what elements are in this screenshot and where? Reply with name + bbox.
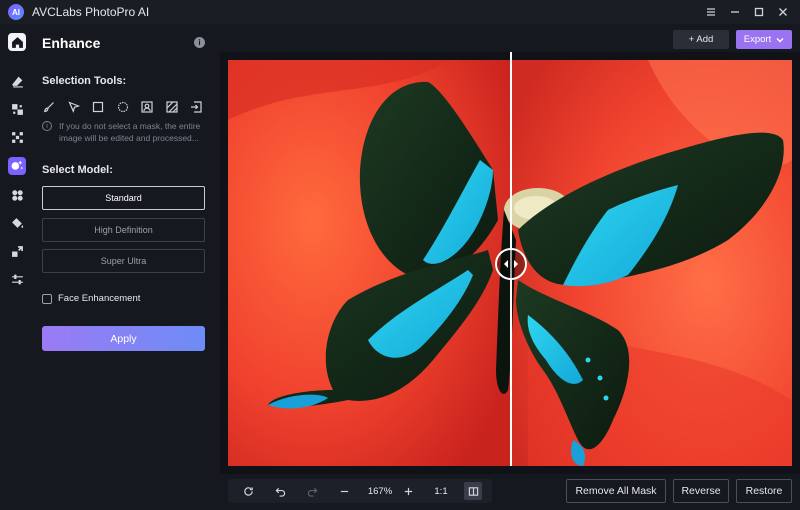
apply-button[interactable]: Apply	[42, 326, 205, 351]
app-logo-text: AI	[12, 7, 20, 17]
eraser-icon[interactable]	[8, 72, 26, 90]
app-title: AVCLabs PhotoPro AI	[32, 5, 150, 19]
enhance-panel: Enhance i Selection Tools: i If you do n…	[34, 24, 220, 510]
brush-icon[interactable]	[42, 100, 56, 114]
redo-icon[interactable]	[302, 479, 322, 503]
export-label: Export	[743, 34, 772, 45]
import-icon[interactable]	[189, 100, 203, 114]
lasso-icon[interactable]	[67, 100, 81, 114]
hint-info-icon: i	[42, 121, 52, 131]
resize-icon[interactable]	[8, 242, 26, 260]
zoom-in-icon[interactable]	[398, 479, 418, 503]
maximize-icon[interactable]	[748, 1, 770, 23]
zoom-level-text: 167%	[367, 485, 393, 497]
undo-icon[interactable]	[270, 479, 290, 503]
remove-all-mask-button[interactable]: Remove All Mask	[566, 479, 666, 503]
ellipse-icon[interactable]	[116, 100, 130, 114]
title-bar: AI AVCLabs PhotoPro AI	[0, 0, 800, 24]
panel-title: Enhance	[42, 35, 101, 51]
compare-view-icon[interactable]	[464, 482, 482, 500]
actual-size-button[interactable]: 1:1	[430, 479, 452, 503]
face-enhancement-label: Face Enhancement	[58, 293, 141, 304]
rotate-icon[interactable]	[238, 479, 258, 503]
replace-icon[interactable]	[8, 100, 26, 118]
hint-text: If you do not select a mask, the entire …	[59, 121, 201, 143]
enhance-icon[interactable]	[8, 157, 26, 175]
selection-tools	[42, 100, 214, 114]
portrait-icon[interactable]	[140, 100, 154, 114]
face-enhancement-checkbox[interactable]	[42, 293, 52, 304]
canvas-toolbar: 167% 1:1	[228, 479, 492, 503]
selection-hint: i If you do not select a mask, the entir…	[42, 120, 214, 144]
model-standard-button[interactable]: Standard	[42, 186, 205, 210]
selection-tools-label: Selection Tools:	[42, 75, 127, 87]
paint-bucket-icon[interactable]	[8, 214, 26, 232]
menu-icon[interactable]	[700, 1, 722, 23]
window-controls	[698, 0, 794, 24]
sliders-icon[interactable]	[8, 270, 26, 288]
minimize-icon[interactable]	[724, 1, 746, 23]
model-super-ultra-button[interactable]: Super Ultra	[42, 249, 205, 273]
face-enhancement-row[interactable]: Face Enhancement	[42, 293, 140, 304]
info-icon[interactable]: i	[194, 37, 205, 48]
app-logo-icon: AI	[8, 4, 24, 20]
chevron-down-icon	[776, 37, 784, 42]
colorize-icon[interactable]	[8, 186, 26, 204]
home-icon[interactable]	[8, 33, 26, 51]
actual-size-label: 1:1	[434, 485, 448, 497]
select-model-label: Select Model:	[42, 164, 113, 176]
model-high-definition-button[interactable]: High Definition	[42, 218, 205, 242]
zoom-out-icon[interactable]	[334, 479, 354, 503]
zoom-level: 167%	[362, 479, 398, 503]
rectangle-icon[interactable]	[91, 100, 105, 114]
canvas-area[interactable]	[220, 52, 800, 474]
export-button[interactable]: Export	[736, 30, 792, 49]
pattern-icon[interactable]	[165, 100, 179, 114]
compare-handle-icon[interactable]	[495, 248, 527, 280]
add-button[interactable]: + Add	[673, 30, 729, 49]
remove-icon[interactable]	[8, 128, 26, 146]
tool-rail	[0, 24, 34, 510]
reverse-button[interactable]: Reverse	[673, 479, 729, 503]
restore-button[interactable]: Restore	[736, 479, 792, 503]
close-icon[interactable]	[772, 1, 794, 23]
